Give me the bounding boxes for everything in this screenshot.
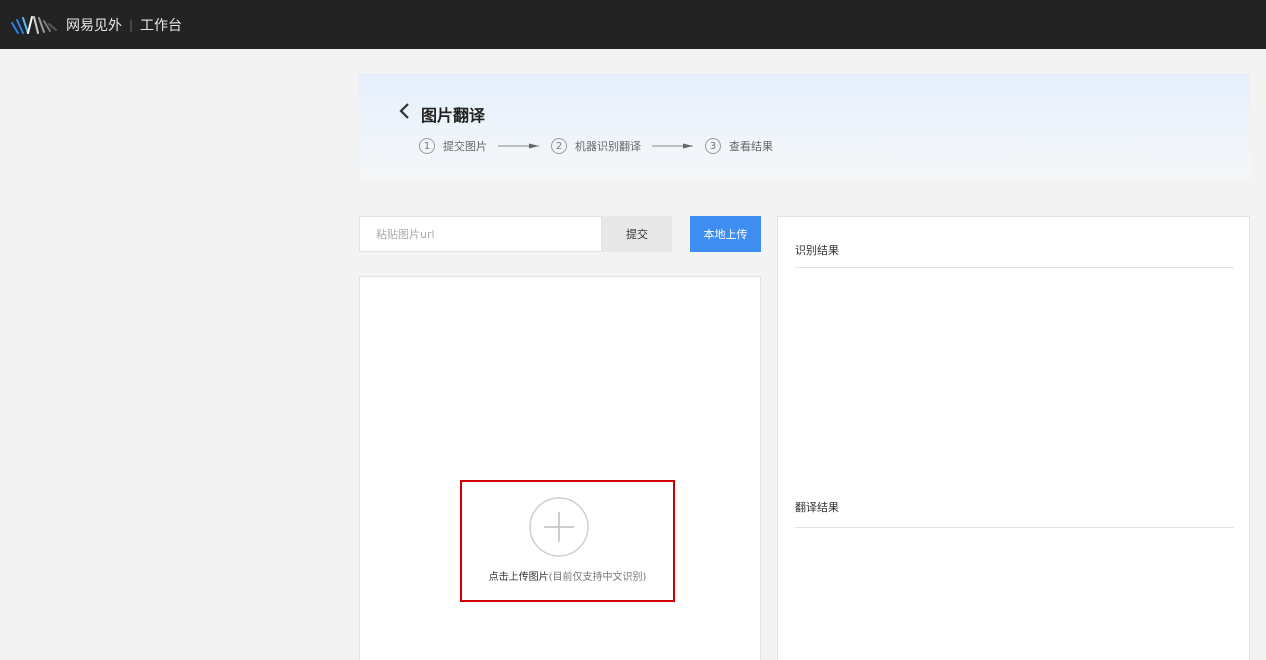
step-label-1: 提交图片 <box>443 140 487 153</box>
top-bar: 网易见外 | 工作台 <box>0 0 1266 49</box>
page-header: 图片翻译 1 提交图片 2 机器识别翻译 3 查看结果 <box>359 74 1250 180</box>
step-label-3: 查看结果 <box>729 140 773 153</box>
image-url-input[interactable] <box>359 216 602 252</box>
plus-circle-icon <box>528 496 590 558</box>
long-arrow-right-icon <box>497 140 541 153</box>
divider <box>795 267 1234 268</box>
upload-image-area[interactable]: 点击上传图片(目前仅支持中文识别) <box>460 480 675 602</box>
long-arrow-right-icon <box>651 140 695 153</box>
translation-result-title: 翻译结果 <box>795 501 839 514</box>
page-title: 图片翻译 <box>421 106 486 125</box>
brand-name: 网易见外 <box>66 17 122 34</box>
step-number-3: 3 <box>705 138 721 154</box>
upload-hint-main: 点击上传图片 <box>488 572 549 583</box>
local-upload-button[interactable]: 本地上传 <box>690 216 761 252</box>
step-number-1: 1 <box>419 138 435 154</box>
image-preview-panel: 点击上传图片(目前仅支持中文识别) <box>359 276 761 660</box>
upload-hint: 点击上传图片(目前仅支持中文识别) <box>462 568 673 583</box>
step-number-2: 2 <box>551 138 567 154</box>
step-label-2: 机器识别翻译 <box>575 140 641 153</box>
url-submit-row: 提交 本地上传 <box>359 216 761 252</box>
waveform-logo-icon <box>10 15 60 35</box>
workspace-link[interactable]: 工作台 <box>140 15 182 35</box>
step-indicator: 1 提交图片 2 机器识别翻译 3 查看结果 <box>419 138 783 154</box>
brand-separator: | <box>129 17 134 32</box>
app-logo[interactable]: 网易见外 <box>10 15 122 35</box>
recognition-result-title: 识别结果 <box>795 244 839 257</box>
divider <box>795 527 1234 528</box>
submit-url-button[interactable]: 提交 <box>602 216 672 252</box>
result-panel: 识别结果 翻译结果 <box>777 216 1250 660</box>
chevron-left-icon[interactable] <box>397 102 413 120</box>
upload-hint-note: (目前仅支持中文识别) <box>548 572 647 583</box>
